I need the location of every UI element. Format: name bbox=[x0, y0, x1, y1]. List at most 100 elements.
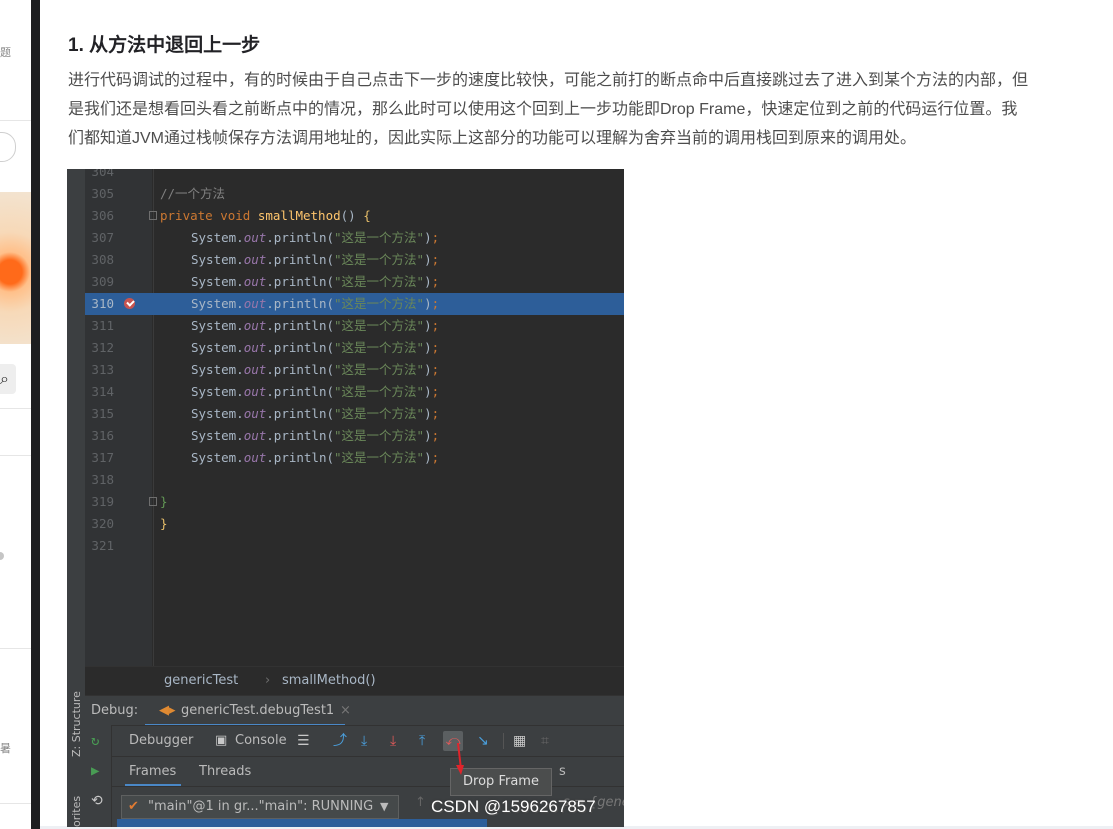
code-line[interactable]: 321 bbox=[85, 535, 624, 557]
check-icon: ✔ bbox=[128, 799, 139, 814]
debug-label: Debug: bbox=[91, 703, 139, 718]
line-number[interactable]: 309 bbox=[85, 271, 114, 293]
tab-threads[interactable]: Threads bbox=[199, 757, 251, 786]
line-number[interactable]: 311 bbox=[85, 315, 114, 337]
line-number[interactable]: 308 bbox=[85, 249, 114, 271]
close-icon[interactable]: × bbox=[340, 696, 351, 726]
code-text: System.out.println("这是一个方法"); bbox=[191, 362, 440, 377]
line-number[interactable]: 314 bbox=[85, 381, 114, 403]
sidebar-peek-text: 暑 bbox=[0, 742, 11, 755]
ide-screenshot: Z: Structure orites 304 305 //一个方法 306 priva… bbox=[67, 169, 624, 827]
sidebar-card bbox=[0, 458, 31, 649]
show-execution-point-icon[interactable]: ⤴ bbox=[333, 733, 347, 749]
code-line[interactable]: 309 System.out.println("这是一个方法"); bbox=[85, 271, 624, 293]
code-line[interactable]: 310 System.out.println("这是一个方法"); bbox=[85, 293, 624, 315]
step-into-icon[interactable]: ⤓ bbox=[390, 733, 396, 749]
line-number[interactable]: 319 bbox=[85, 491, 114, 513]
threads-menu-icon[interactable]: ☰ bbox=[297, 733, 310, 749]
sidebar-banner-image[interactable] bbox=[0, 192, 31, 344]
code-text: System.out.println("这是一个方法"); bbox=[191, 406, 440, 421]
line-number[interactable]: 310 bbox=[85, 293, 114, 315]
code-line[interactable]: 312 System.out.println("这是一个方法"); bbox=[85, 337, 624, 359]
code-line[interactable]: 319} bbox=[85, 491, 624, 513]
breadcrumb-method[interactable]: smallMethod() bbox=[282, 667, 376, 695]
line-number[interactable]: 316 bbox=[85, 425, 114, 447]
editor-breadcrumb: genericTest › smallMethod() bbox=[85, 666, 624, 695]
code-text: System.out.println("这是一个方法"); bbox=[191, 450, 440, 465]
code-text: System.out.println("这是一个方法"); bbox=[191, 230, 440, 245]
sidebar-peek-text: 题 bbox=[0, 46, 11, 59]
fold-marker-icon[interactable] bbox=[149, 497, 157, 506]
code-line[interactable]: 317 System.out.println("这是一个方法"); bbox=[85, 447, 624, 469]
code-line[interactable]: 311 System.out.println("这是一个方法"); bbox=[85, 315, 624, 337]
structure-tool-label[interactable]: Z: Structure bbox=[70, 691, 83, 757]
line-number[interactable]: 312 bbox=[85, 337, 114, 359]
code-text: private void smallMethod() { bbox=[160, 208, 371, 223]
code-text: } bbox=[160, 516, 168, 531]
evaluate-expression-icon[interactable]: ▦ bbox=[513, 733, 526, 749]
line-number[interactable]: 315 bbox=[85, 403, 114, 425]
step-over-icon[interactable]: ⤓ bbox=[361, 733, 367, 749]
watermark: CSDN @1596267857 bbox=[431, 797, 596, 816]
code-text: System.out.println("这是一个方法"); bbox=[191, 318, 440, 333]
tab-console[interactable]: Console bbox=[235, 726, 287, 756]
thread-selector[interactable]: ✔ "main"@1 in gr..."main": RUNNING ▼ bbox=[121, 795, 399, 819]
tab-frames[interactable]: Frames bbox=[129, 757, 176, 786]
code-line[interactable]: 314 System.out.println("这是一个方法"); bbox=[85, 381, 624, 403]
paragraph-line: 们都知道JVM通过栈帧保存方法调用地址的，因此实际上这部分的功能可以理解为舍弃当… bbox=[68, 130, 917, 147]
drop-frame-tooltip: Drop Frame bbox=[450, 768, 552, 796]
breadcrumb-class[interactable]: genericTest bbox=[164, 667, 238, 695]
debug-toolbar: Debugger ▣ Console ☰ ⤴ ⤓ ⤓ ⤒ ⤺ ↘ ▦ ⌗ bbox=[85, 725, 624, 756]
search-icon[interactable]: ⌕ bbox=[0, 369, 9, 389]
code-line[interactable]: 308 System.out.println("这是一个方法"); bbox=[85, 249, 624, 271]
run-to-cursor-icon[interactable]: ↘ bbox=[477, 733, 489, 749]
line-number[interactable]: 306 bbox=[85, 205, 114, 227]
step-out-icon[interactable]: ⤒ bbox=[419, 733, 425, 749]
code-line[interactable]: 315 System.out.println("这是一个方法"); bbox=[85, 403, 624, 425]
favorites-tool-label[interactable]: orites bbox=[70, 796, 83, 827]
sidebar-card bbox=[0, 658, 31, 804]
code-line[interactable]: 305 //一个方法 bbox=[85, 183, 624, 205]
up-arrow-icon[interactable]: ↑ bbox=[415, 795, 426, 810]
breadcrumb-chevron-icon: › bbox=[265, 673, 271, 688]
code-text: System.out.println("这是一个方法"); bbox=[191, 428, 440, 443]
code-line[interactable]: 316 System.out.println("这是一个方法"); bbox=[85, 425, 624, 447]
line-number[interactable]: 313 bbox=[85, 359, 114, 381]
sidebar-pill-button[interactable] bbox=[0, 132, 16, 162]
debug-side-icons: ↻ ▶ ⟲ bbox=[85, 725, 112, 827]
code-text: } bbox=[160, 494, 168, 509]
tab-variables[interactable]: s bbox=[559, 757, 566, 786]
sidebar-divider bbox=[31, 0, 40, 829]
debug-session-icon: ◀▸ bbox=[159, 703, 176, 718]
code-line[interactable]: 318 bbox=[85, 469, 624, 491]
left-sidebar: 题 ⌕ 暑 bbox=[0, 0, 40, 829]
article-paragraph: 进行代码调试的过程中，有的时候由于自己点击下一步的速度比较快，可能之前打的断点命… bbox=[68, 66, 1113, 153]
debug-session-tab[interactable]: genericTest.debugTest1 bbox=[181, 696, 334, 726]
selected-frame-row[interactable] bbox=[117, 819, 487, 827]
code-line[interactable]: 320} bbox=[85, 513, 624, 535]
line-number[interactable]: 318 bbox=[85, 469, 114, 491]
sidebar-card bbox=[0, 415, 31, 456]
paragraph-line: 是我们还是想看回头看之前断点中的情况，那么此时可以使用这个回到上一步功能即Dro… bbox=[68, 101, 1018, 118]
settings-icon[interactable]: ⟲ bbox=[91, 793, 103, 809]
thread-selector-label: "main"@1 in gr..."main": RUNNING bbox=[148, 799, 374, 814]
code-line[interactable]: 313 System.out.println("这是一个方法"); bbox=[85, 359, 624, 381]
line-number[interactable]: 320 bbox=[85, 513, 114, 535]
red-arrow-icon bbox=[456, 743, 464, 775]
code-line[interactable]: 304 bbox=[85, 169, 624, 183]
line-number[interactable]: 317 bbox=[85, 447, 114, 469]
fold-marker-icon[interactable] bbox=[149, 211, 157, 220]
line-number[interactable]: 304 bbox=[85, 169, 114, 183]
rerun-icon[interactable]: ↻ bbox=[91, 733, 99, 749]
code-line[interactable]: 306 private void smallMethod() { bbox=[85, 205, 624, 227]
trace-icon[interactable]: ⌗ bbox=[541, 733, 549, 749]
code-text: System.out.println("这是一个方法"); bbox=[191, 384, 440, 399]
line-number[interactable]: 321 bbox=[85, 535, 114, 557]
code-text: System.out.println("这是一个方法"); bbox=[191, 296, 440, 311]
tab-debugger[interactable]: Debugger bbox=[129, 726, 193, 756]
line-number[interactable]: 307 bbox=[85, 227, 114, 249]
line-number[interactable]: 305 bbox=[85, 183, 114, 205]
code-line[interactable]: 307 System.out.println("这是一个方法"); bbox=[85, 227, 624, 249]
resume-icon[interactable]: ▶ bbox=[91, 763, 99, 779]
breakpoint-icon[interactable] bbox=[124, 298, 135, 309]
